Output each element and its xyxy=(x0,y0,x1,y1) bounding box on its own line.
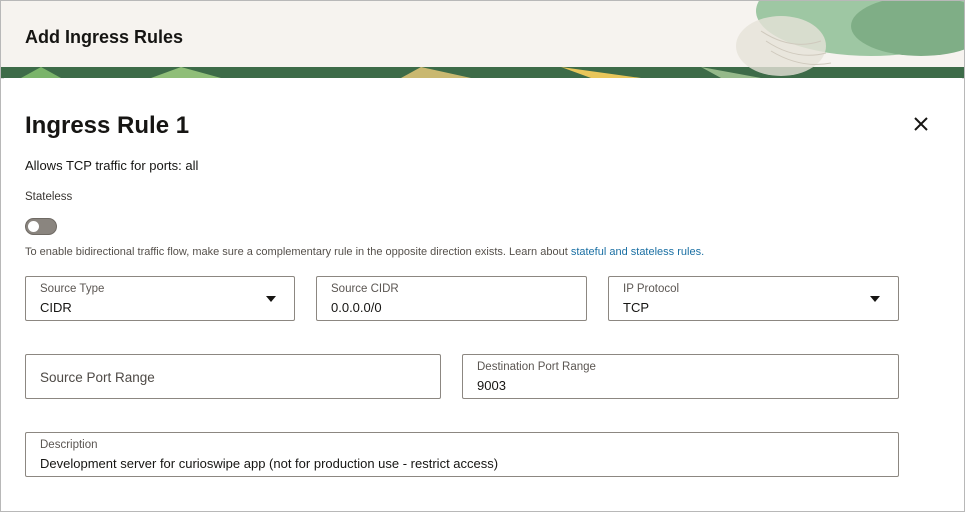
help-text-body: To enable bidirectional traffic flow, ma… xyxy=(25,246,571,258)
source-port-range-field[interactable]: Source Port Range xyxy=(25,354,441,399)
source-type-value: CIDR xyxy=(40,300,72,315)
ip-protocol-value: TCP xyxy=(623,300,649,315)
dialog: Add Ingress Rules Ingress Rule 1 Allows … xyxy=(0,0,965,512)
ip-protocol-label: IP Protocol xyxy=(623,283,680,295)
ip-protocol-select[interactable]: IP Protocol TCP xyxy=(608,276,899,321)
destination-port-range-field[interactable]: Destination Port Range 9003 xyxy=(462,354,899,399)
source-cidr-field[interactable]: Source CIDR 0.0.0.0/0 xyxy=(316,276,587,321)
rule-title: Ingress Rule 1 xyxy=(25,112,190,139)
dialog-title: Add Ingress Rules xyxy=(25,27,184,47)
chevron-down-icon xyxy=(266,296,276,302)
destination-port-range-value: 9003 xyxy=(477,378,506,393)
close-icon xyxy=(914,117,928,131)
description-label: Description xyxy=(40,439,98,451)
source-port-range-placeholder: Source Port Range xyxy=(40,370,155,385)
rule-summary: Allows TCP traffic for ports: all xyxy=(25,158,199,173)
ingress-rule-panel: Ingress Rule 1 Allows TCP traffic for po… xyxy=(4,78,962,510)
dialog-header: Add Ingress Rules xyxy=(1,1,964,79)
description-value: Development server for curioswipe app (n… xyxy=(40,456,499,471)
source-type-label: Source Type xyxy=(40,283,105,295)
stateless-label: Stateless xyxy=(25,191,73,203)
close-button[interactable] xyxy=(909,112,933,136)
source-type-select[interactable]: Source Type CIDR xyxy=(25,276,295,321)
destination-port-range-label: Destination Port Range xyxy=(477,361,596,373)
source-cidr-value: 0.0.0.0/0 xyxy=(331,300,382,315)
stateful-stateless-link[interactable]: stateful and stateless rules. xyxy=(571,246,704,258)
stateless-toggle[interactable] xyxy=(25,218,57,235)
toggle-knob xyxy=(28,221,39,232)
chevron-down-icon xyxy=(870,296,880,302)
description-field[interactable]: Description Development server for curio… xyxy=(25,432,899,477)
help-text: To enable bidirectional traffic flow, ma… xyxy=(25,246,704,258)
source-cidr-label: Source CIDR xyxy=(331,283,399,295)
